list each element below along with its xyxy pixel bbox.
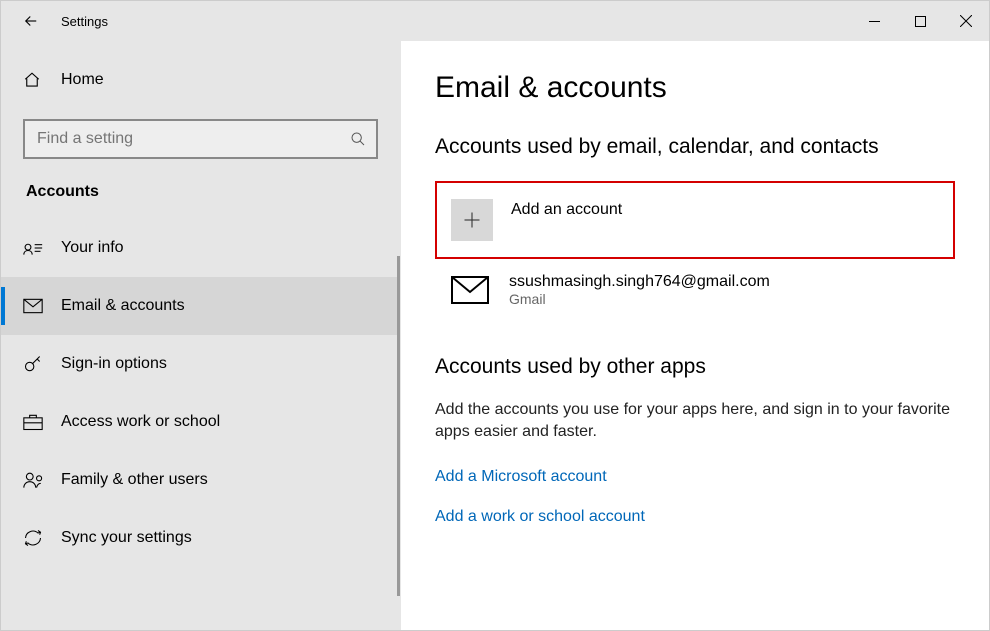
sidebar-item-sync[interactable]: Sync your settings <box>1 509 400 567</box>
minimize-button[interactable] <box>851 1 897 41</box>
sidebar-item-signin-options[interactable]: Sign-in options <box>1 335 400 393</box>
sidebar-item-email-accounts[interactable]: Email & accounts <box>1 277 400 335</box>
home-nav[interactable]: Home <box>1 61 400 99</box>
sidebar-item-family[interactable]: Family & other users <box>1 451 400 509</box>
add-account-button[interactable]: Add an account <box>435 181 955 259</box>
sidebar-item-label: Sign-in options <box>61 355 167 373</box>
sync-icon <box>23 528 43 548</box>
category-title: Accounts <box>1 183 400 219</box>
titlebar: Settings <box>1 1 989 41</box>
sidebar-item-label: Email & accounts <box>61 297 185 315</box>
add-account-label: Add an account <box>511 201 622 219</box>
sidebar-item-label: Family & other users <box>61 471 208 489</box>
section2-title: Accounts used by other apps <box>435 355 955 379</box>
close-button[interactable] <box>943 1 989 41</box>
briefcase-icon <box>23 413 43 431</box>
add-microsoft-account-link[interactable]: Add a Microsoft account <box>435 468 955 486</box>
section1-title: Accounts used by email, calendar, and co… <box>435 135 955 159</box>
add-work-school-account-link[interactable]: Add a work or school account <box>435 508 955 526</box>
key-icon <box>23 354 43 374</box>
search-box[interactable] <box>23 119 378 159</box>
maximize-icon <box>915 16 926 27</box>
mail-icon <box>23 298 43 314</box>
person-card-icon <box>23 240 43 256</box>
window-controls <box>851 1 989 41</box>
maximize-button[interactable] <box>897 1 943 41</box>
sidebar: Home Accounts Your info Email & accounts… <box>1 41 401 630</box>
plus-icon <box>462 210 482 230</box>
scrollbar[interactable] <box>397 256 400 596</box>
page-title: Email & accounts <box>435 71 955 105</box>
home-icon <box>23 71 41 89</box>
home-label: Home <box>61 71 104 89</box>
sidebar-item-label: Access work or school <box>61 413 220 431</box>
people-icon <box>23 471 45 489</box>
plus-tile <box>451 199 493 241</box>
arrow-left-icon <box>22 12 40 30</box>
window-title: Settings <box>61 14 108 29</box>
sidebar-item-your-info[interactable]: Your info <box>1 219 400 277</box>
account-provider: Gmail <box>509 291 770 307</box>
back-button[interactable] <box>1 12 41 30</box>
search-icon <box>350 131 366 147</box>
minimize-icon <box>869 16 880 27</box>
sidebar-item-label: Your info <box>61 239 124 257</box>
account-row[interactable]: ssushmasingh.singh764@gmail.com Gmail <box>435 273 955 307</box>
sidebar-item-work-school[interactable]: Access work or school <box>1 393 400 451</box>
sidebar-item-label: Sync your settings <box>61 529 192 547</box>
close-icon <box>960 15 972 27</box>
section2-description: Add the accounts you use for your apps h… <box>435 399 955 444</box>
search-input[interactable] <box>35 129 350 149</box>
main-content: Email & accounts Accounts used by email,… <box>401 41 989 630</box>
account-email: ssushmasingh.singh764@gmail.com <box>509 273 770 291</box>
mail-icon <box>451 276 489 304</box>
